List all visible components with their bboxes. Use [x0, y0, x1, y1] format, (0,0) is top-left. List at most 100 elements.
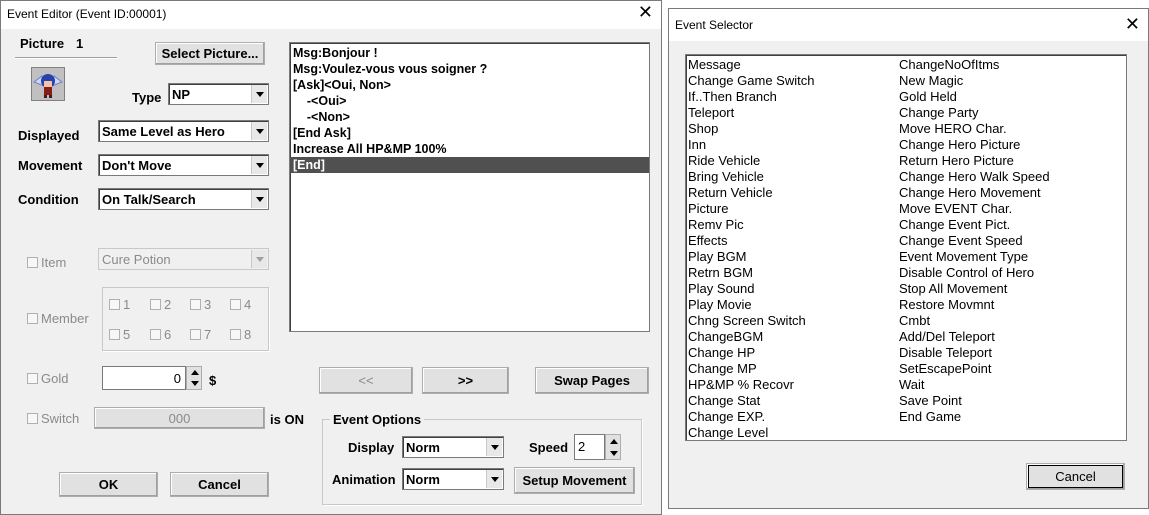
chevron-down-icon[interactable]	[486, 470, 502, 488]
member-8-checkbox[interactable]: 8	[230, 327, 251, 342]
list-item[interactable]: Change Hero Picture	[899, 137, 1020, 153]
spin-down-icon[interactable]	[191, 381, 199, 386]
list-item[interactable]: Stop All Movement	[899, 281, 1007, 297]
list-item[interactable]: Change HP	[688, 345, 755, 361]
list-item[interactable]: Remv Pic	[688, 217, 744, 233]
list-item[interactable]: Change Stat	[688, 393, 760, 409]
list-item[interactable]: Disable Control of Hero	[899, 265, 1034, 281]
switch-checkbox[interactable]: Switch	[27, 411, 79, 426]
speed-input[interactable]: 2	[574, 434, 605, 460]
list-item[interactable]: Change Hero Movement	[899, 185, 1041, 201]
close-icon[interactable]: ✕	[638, 4, 653, 22]
displayed-select[interactable]: Same Level as Hero	[98, 120, 269, 142]
type-select[interactable]: NP	[168, 83, 269, 105]
list-item[interactable]: Inn	[688, 137, 706, 153]
list-item[interactable]: Play Sound	[688, 281, 755, 297]
selector-cancel-button[interactable]: Cancel	[1026, 463, 1125, 490]
list-item[interactable]: New Magic	[899, 73, 963, 89]
chevron-down-icon[interactable]	[486, 438, 502, 456]
list-item[interactable]: Restore Movmnt	[899, 297, 994, 313]
list-item[interactable]: Message	[688, 57, 741, 73]
member-2-checkbox[interactable]: 2	[150, 297, 171, 312]
spin-up-icon[interactable]	[191, 370, 199, 375]
list-item[interactable]: Return Hero Picture	[899, 153, 1014, 169]
spin-up-icon[interactable]	[610, 439, 618, 444]
member-3-checkbox[interactable]: 3	[190, 297, 211, 312]
close-icon[interactable]: ✕	[1125, 16, 1140, 34]
list-item[interactable]: Change Event Speed	[899, 233, 1023, 249]
list-item[interactable]: SetEscapePoint	[899, 361, 992, 377]
chevron-down-icon[interactable]	[251, 156, 267, 174]
member-checkbox[interactable]: Member	[27, 311, 89, 326]
swap-pages-button[interactable]: Swap Pages	[535, 367, 649, 394]
list-item[interactable]: Add/Del Teleport	[899, 329, 995, 345]
list-item[interactable]: Change Party	[899, 105, 979, 121]
animation-select[interactable]: Norm	[402, 468, 504, 490]
list-item[interactable]: -<Oui>	[290, 93, 649, 109]
list-item[interactable]: Shop	[688, 121, 718, 137]
member-6-checkbox[interactable]: 6	[150, 327, 171, 342]
list-item[interactable]: Bring Vehicle	[688, 169, 764, 185]
list-item[interactable]: Teleport	[688, 105, 734, 121]
list-item[interactable]: Ride Vehicle	[688, 153, 760, 169]
prev-page-button[interactable]: <<	[319, 367, 413, 394]
member-7-checkbox[interactable]: 7	[190, 327, 211, 342]
setup-movement-button[interactable]: Setup Movement	[514, 467, 635, 494]
list-item[interactable]: Msg:Bonjour !	[290, 45, 649, 61]
gold-spinner[interactable]	[186, 366, 202, 390]
spin-down-icon[interactable]	[610, 451, 618, 456]
list-item[interactable]: Change EXP.	[688, 409, 765, 425]
list-item[interactable]: Disable Teleport	[899, 345, 992, 361]
display-select[interactable]: Norm	[402, 436, 504, 458]
list-item[interactable]: Increase All HP&MP 100%	[290, 141, 649, 157]
condition-select[interactable]: On Talk/Search	[98, 188, 269, 210]
switch-select-button[interactable]: 000	[94, 407, 265, 429]
cancel-button[interactable]: Cancel	[170, 472, 269, 497]
list-item[interactable]: Chng Screen Switch	[688, 313, 806, 329]
list-item[interactable]: Move HERO Char.	[899, 121, 1007, 137]
list-item[interactable]: HP&MP % Recovr	[688, 377, 794, 393]
speed-spinner[interactable]	[605, 434, 621, 460]
list-item[interactable]: Change Game Switch	[688, 73, 814, 89]
chevron-down-icon[interactable]	[251, 122, 267, 140]
list-item[interactable]: Effects	[688, 233, 728, 249]
chevron-down-icon[interactable]	[251, 85, 267, 103]
list-item[interactable]: Change MP	[688, 361, 757, 377]
event-types-list[interactable]: Message Change Game Switch If..Then Branch…	[685, 54, 1127, 441]
list-item[interactable]: ChangeBGM	[688, 329, 763, 345]
member-4-checkbox[interactable]: 4	[230, 297, 251, 312]
list-item[interactable]: Wait	[899, 377, 925, 393]
event-commands-list[interactable]: Msg:Bonjour ! Msg:Voulez-vous vous soign…	[289, 42, 650, 332]
list-item[interactable]: Play Movie	[688, 297, 752, 313]
list-item[interactable]: ChangeNoOfItms	[899, 57, 999, 73]
list-item-selected[interactable]: [End]	[290, 157, 649, 173]
list-item[interactable]: -<Non>	[290, 109, 649, 125]
gold-input[interactable]: 0	[102, 366, 186, 390]
ok-button[interactable]: OK	[59, 472, 158, 497]
list-item[interactable]: Save Point	[899, 393, 962, 409]
member-1-checkbox[interactable]: 1	[109, 297, 130, 312]
member-5-checkbox[interactable]: 5	[109, 327, 130, 342]
chevron-down-icon[interactable]	[251, 190, 267, 208]
list-item[interactable]: Change Hero Walk Speed	[899, 169, 1050, 185]
list-item[interactable]: If..Then Branch	[688, 89, 777, 105]
list-item[interactable]: Event Movement Type	[899, 249, 1028, 265]
list-item[interactable]: [End Ask]	[290, 125, 649, 141]
gold-checkbox[interactable]: Gold	[27, 371, 68, 386]
item-checkbox[interactable]: Item	[27, 255, 66, 270]
list-item[interactable]: Move EVENT Char.	[899, 201, 1012, 217]
list-item[interactable]: Cmbt	[899, 313, 930, 329]
next-page-button[interactable]: >>	[422, 367, 509, 394]
list-item[interactable]: Msg:Voulez-vous vous soigner ?	[290, 61, 649, 77]
select-picture-button[interactable]: Select Picture...	[155, 42, 265, 65]
list-item[interactable]: End Game	[899, 409, 961, 425]
list-item[interactable]: Return Vehicle	[688, 185, 773, 201]
list-item[interactable]: Change Event Pict.	[899, 217, 1010, 233]
movement-select[interactable]: Don't Move	[98, 154, 269, 176]
list-item[interactable]: Change Level	[688, 425, 768, 440]
list-item[interactable]: Retrn BGM	[688, 265, 753, 281]
list-item[interactable]: Picture	[688, 201, 728, 217]
list-item[interactable]: Play BGM	[688, 249, 747, 265]
list-item[interactable]: Gold Held	[899, 89, 957, 105]
list-item[interactable]: [Ask]<Oui, Non>	[290, 77, 649, 93]
